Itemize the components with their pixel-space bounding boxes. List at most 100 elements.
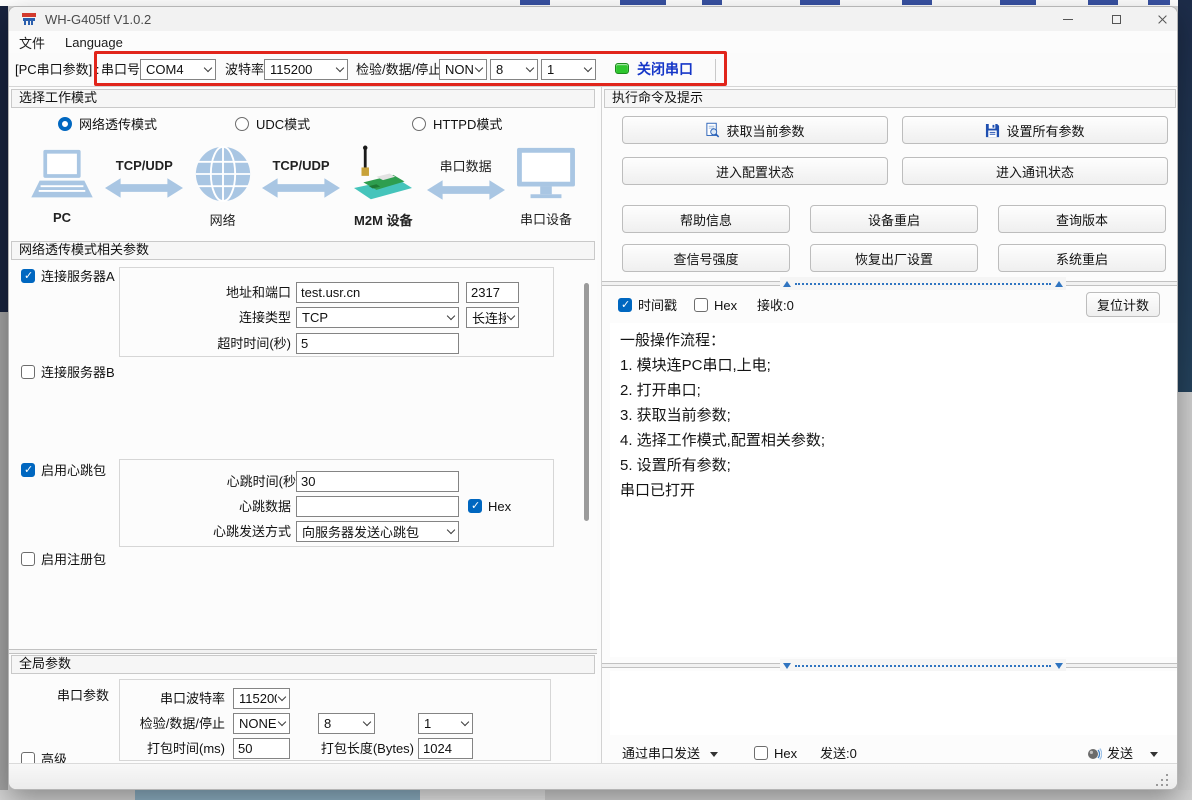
enter-comm-button[interactable]: 进入通讯状态 [902,157,1168,185]
send-via-dropdown[interactable]: 通过串口发送 [622,743,700,764]
doc-search-icon [705,122,720,138]
enter-config-button[interactable]: 进入配置状态 [622,157,888,185]
conn-type-select[interactable]: TCP [296,307,459,328]
minimize-button[interactable] [1051,7,1085,31]
background-artifact [1000,0,1036,5]
system-restart-button[interactable]: 系统重启 [998,244,1166,272]
set-params-button[interactable]: 设置所有参数 [902,116,1168,144]
toolbar-separator [715,59,716,81]
global-parity-label: 检验/数据/停止 [125,713,225,734]
chevron-down-icon [475,64,483,72]
left-splitter[interactable] [9,649,597,654]
keepalive-select[interactable]: 长连接 [466,307,519,328]
register-checkbox[interactable] [21,552,35,566]
hb-mode-select[interactable]: 向服务器发送心跳包 [296,521,459,542]
net-params-header: 网络透传模式相关参数 [11,241,595,260]
stopbits-select[interactable]: 1 [541,59,596,80]
radio-httpd-label[interactable]: HTTPD模式 [433,114,502,135]
global-databits-select[interactable]: 8 [318,713,375,734]
chevron-down-icon [278,693,286,701]
minimize-icon [1063,19,1073,20]
get-params-button[interactable]: 获取当前参数 [622,116,888,144]
chevron-down-icon [336,64,344,72]
baud-label: 波特率 [225,59,264,80]
menu-item-language[interactable]: Language [65,35,123,50]
left-panel: 选择工作模式 网络透传模式 UDC模式 HTTPD模式 PC TCP/UDP [9,87,597,763]
pc-icon [29,149,95,203]
timeout-input[interactable]: 5 [296,333,459,354]
m2m-device-icon [350,145,416,203]
maximize-button[interactable] [1099,7,1133,31]
hb-data-input[interactable] [296,496,459,517]
query-version-button[interactable]: 查询版本 [998,205,1166,233]
reset-count-button[interactable]: 复位计数 [1086,292,1160,317]
device-restart-button[interactable]: 设备重启 [810,205,978,233]
chevron-down-icon [526,64,534,72]
receive-log[interactable]: 一般操作流程： 1. 模块连PC串口,上电; 2. 打开串口; 3. 获取当前参… [610,323,1178,657]
global-parity-select[interactable]: NONE [233,713,290,734]
query-signal-button[interactable]: 查信号强度 [622,244,790,272]
timestamp-checkbox[interactable] [618,298,632,312]
heartbeat-checkbox[interactable] [21,463,35,477]
serial-group-label: 串口参数 [39,685,109,706]
port-input[interactable]: 2317 [466,282,519,303]
maximize-icon [1112,15,1121,24]
pack-len-input[interactable]: 1024 [418,738,473,759]
close-port-button[interactable]: 关闭串口 [637,59,693,80]
global-baud-select[interactable]: 115200 [233,688,290,709]
close-button[interactable] [1145,7,1178,31]
double-arrow-icon [427,178,505,202]
send-textarea[interactable] [610,671,1178,735]
radio-net-transparent-label[interactable]: 网络透传模式 [79,114,157,135]
top-splitter-handle[interactable] [780,277,1066,290]
radio-httpd[interactable] [412,117,426,131]
background-artifact [902,0,932,5]
radio-udc[interactable] [235,117,249,131]
baud-select[interactable]: 115200 [264,59,348,80]
log-line: 5. 设置所有参数; [620,453,1168,478]
commands-header: 执行命令及提示 [604,89,1176,108]
floppy-disk-icon [985,123,1000,138]
server-a-checkbox[interactable] [21,269,35,283]
hb-hex-checkbox[interactable] [468,499,482,513]
titlebar: WH-G405tf V1.0.2 [9,7,1177,31]
menu-item-file[interactable]: 文件 [19,33,45,52]
factory-reset-button[interactable]: 恢复出厂设置 [810,244,978,272]
timeout-label: 超时时间(秒) [129,333,291,354]
background-artifact [620,0,666,5]
hb-time-input[interactable]: 30 [296,471,459,492]
dropdown-caret-icon [710,752,718,757]
statusbar [9,763,1177,790]
background-artifact [800,0,840,5]
chevron-down-icon [447,526,455,534]
pack-time-input[interactable]: 50 [233,738,290,759]
send-hex-checkbox[interactable] [754,746,768,760]
chevron-down-icon [584,64,592,72]
com-port-select[interactable]: COM4 [140,59,216,80]
collapse-down-icon [1055,663,1063,669]
diagram-node-pc: PC [29,149,95,225]
hb-data-label: 心跳数据 [129,496,291,517]
global-stopbits-select[interactable]: 1 [418,713,473,734]
window-title: WH-G405tf V1.0.2 [45,12,151,27]
recv-hex-checkbox[interactable] [694,298,708,312]
server-b-checkbox[interactable] [21,365,35,379]
help-button[interactable]: 帮助信息 [622,205,790,233]
databits-select[interactable]: 8 [490,59,538,80]
radio-net-transparent[interactable] [58,117,72,131]
server-a-label: 连接服务器A [41,266,115,287]
radio-udc-label[interactable]: UDC模式 [256,114,310,135]
send-button[interactable]: 发送 [1107,743,1133,764]
addr-input[interactable]: test.usr.cn [296,282,459,303]
desktop-right-strip [1178,392,1192,790]
resize-grip[interactable] [1155,773,1168,786]
send-dropdown-caret-icon [1150,752,1158,757]
heartbeat-label: 启用心跳包 [41,460,106,481]
diagram-link-3: 串口数据 [427,156,505,202]
left-scrollbar-thumb[interactable] [584,283,589,521]
hb-hex-label: Hex [488,496,511,517]
topology-diagram: PC TCP/UDP 网络 TCP/UDP [15,139,591,235]
double-arrow-icon [105,176,183,200]
parity-select[interactable]: NONI [439,59,487,80]
diagram-link-1: TCP/UDP [105,158,183,200]
